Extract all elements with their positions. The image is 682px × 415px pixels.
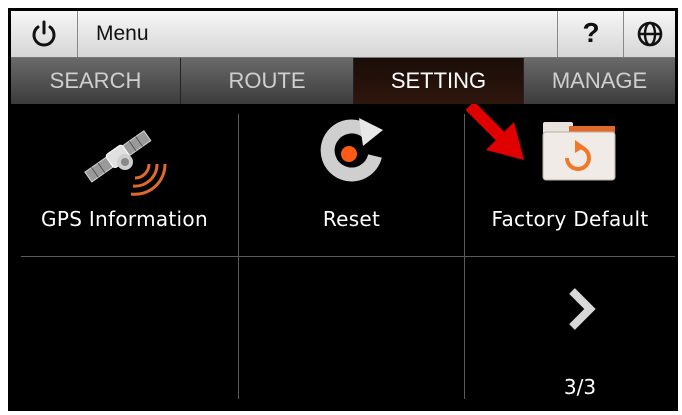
help-button[interactable]: ? [558,11,624,57]
pagination-cell: 3/3 [465,257,675,408]
tab-route[interactable]: ROUTE [181,58,354,104]
help-label: ? [582,17,600,48]
tab-bar: SEARCH ROUTE SETTING MANAGE [11,58,675,104]
power-icon [32,20,56,47]
globe-icon [637,21,662,47]
top-bar: Menu ? [11,11,675,58]
chevron-right-icon[interactable] [564,287,600,331]
page-title: Menu [96,22,149,45]
reset-item[interactable]: Reset [239,104,464,256]
language-button[interactable] [624,11,675,57]
tab-search[interactable]: SEARCH [11,58,181,104]
empty-cell [11,257,238,408]
factory-default-label: Factory Default [491,207,649,231]
factory-default-icon [542,122,616,181]
menu-grid: GPS Information Reset Factory Default 3/… [11,104,675,408]
device-screen: Menu ? SEARCH ROUTE SETTING MANAGE GPS I… [8,8,678,411]
tab-manage[interactable]: MANAGE [524,58,675,104]
power-button[interactable] [11,11,78,57]
gps-information-item[interactable]: GPS Information [11,104,238,256]
title-area: Menu [78,11,558,57]
tab-setting[interactable]: SETTING [354,58,524,104]
reset-label: Reset [322,207,381,231]
satellite-icon [84,130,167,196]
gps-information-label: GPS Information [41,207,208,231]
reset-icon [320,118,383,182]
page-indicator: 3/3 [563,375,597,399]
red-arrow-icon [466,104,524,160]
empty-cell [239,257,464,408]
